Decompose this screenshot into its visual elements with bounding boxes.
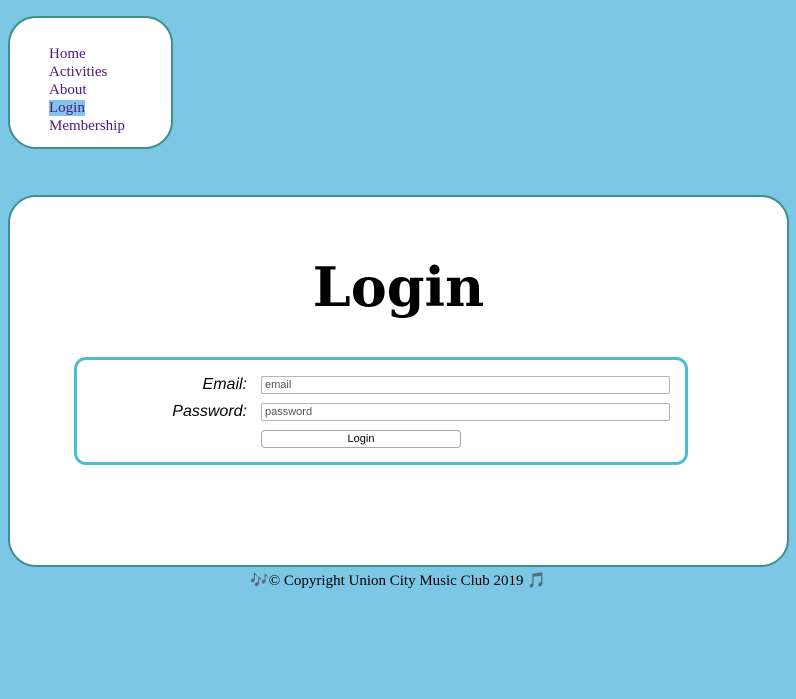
- nav-item-membership: Membership: [49, 116, 125, 134]
- nav-link-about[interactable]: About: [49, 82, 87, 98]
- footer: 🎶© Copyright Union City Music Club 2019 …: [0, 571, 796, 590]
- nav-panel: Home Activities About Login Membership: [8, 16, 173, 149]
- nav-item-home: Home: [49, 44, 125, 62]
- copyright-text: © Copyright Union City Music Club 2019: [268, 573, 524, 589]
- main-panel: Login Email: Password: Login: [8, 195, 789, 567]
- password-field[interactable]: [261, 403, 670, 421]
- nav-link-membership[interactable]: Membership: [49, 118, 125, 134]
- login-button[interactable]: Login: [261, 430, 461, 448]
- nav-link-home[interactable]: Home: [49, 46, 86, 62]
- login-form: Email: Password: Login: [74, 357, 688, 465]
- nav-item-about: About: [49, 80, 125, 98]
- page-title: Login: [312, 255, 485, 319]
- nav-item-activities: Activities: [49, 62, 125, 80]
- password-label: Password:: [172, 403, 247, 420]
- email-field[interactable]: [261, 376, 670, 394]
- nav-link-activities[interactable]: Activities: [49, 64, 107, 80]
- music-note-icon: 🎵: [527, 573, 546, 589]
- nav-item-login: Login: [49, 98, 125, 116]
- music-notes-icon: 🎶: [250, 573, 269, 589]
- email-label: Email:: [202, 376, 247, 393]
- nav-list: Home Activities About Login Membership: [49, 44, 125, 134]
- nav-link-login[interactable]: Login: [49, 100, 85, 116]
